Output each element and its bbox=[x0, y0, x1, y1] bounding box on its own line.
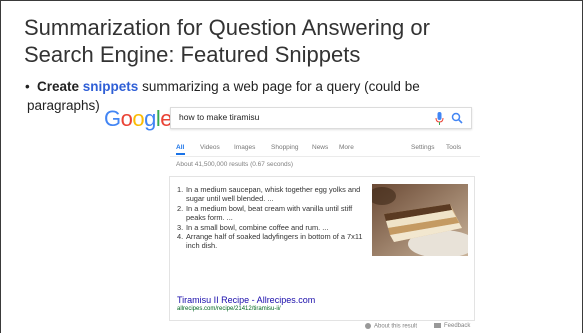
slide: Summarization for Question Answering or … bbox=[0, 0, 583, 333]
tab-news[interactable]: News bbox=[312, 144, 328, 151]
google-logo[interactable]: Google bbox=[104, 106, 173, 131]
list-item: 1. In a medium saucepan, whisk together e… bbox=[177, 185, 361, 204]
logo-letter: o bbox=[120, 106, 133, 131]
tab-shopping[interactable]: Shopping bbox=[271, 144, 298, 151]
slide-title-line2: Search Engine: Featured Snippets bbox=[24, 42, 361, 67]
tab-all[interactable]: All bbox=[176, 144, 184, 151]
featured-snippet: 1. In a medium saucepan, whisk together e… bbox=[169, 176, 475, 321]
bullet-rest: summarizing a web page for a query (coul… bbox=[138, 79, 420, 94]
result-title-link[interactable]: Tiramisu II Recipe - Allrecipes.com bbox=[177, 295, 315, 305]
info-icon bbox=[365, 323, 371, 329]
list-item: 3. In a small bowl, combine coffee and ru… bbox=[177, 222, 329, 232]
tab-images[interactable]: Images bbox=[234, 144, 255, 151]
bullet-create: Create bbox=[37, 79, 80, 94]
bullet-snippets: snippets bbox=[82, 79, 139, 94]
slide-title: Summarization for Question Answering or … bbox=[24, 14, 564, 68]
search-icon[interactable] bbox=[451, 112, 463, 124]
tab-videos[interactable]: Videos bbox=[200, 144, 220, 151]
logo-letter: o bbox=[132, 106, 145, 131]
list-item: 4. Arrange half of soaked ladyfingers in … bbox=[177, 232, 363, 251]
tiramisu-image[interactable] bbox=[372, 184, 468, 256]
search-query[interactable]: how to make tiramisu bbox=[179, 112, 259, 122]
result-url: allrecipes.com/recipe/21412/tiramisu-ii/ bbox=[177, 306, 281, 312]
about-this-result[interactable]: About this result bbox=[365, 323, 417, 330]
logo-letter: g bbox=[144, 106, 156, 131]
feedback-icon bbox=[434, 323, 441, 328]
mic-icon[interactable] bbox=[435, 112, 444, 125]
tab-settings[interactable]: Settings bbox=[411, 144, 435, 151]
slide-title-line1: Summarization for Question Answering or bbox=[24, 15, 430, 40]
search-input[interactable]: how to make tiramisu bbox=[170, 107, 472, 129]
tabs-divider bbox=[170, 156, 480, 157]
bullet-dot: • bbox=[25, 79, 30, 94]
list-item: 2. In a medium bowl, beat cream with vani… bbox=[177, 203, 353, 223]
results-count: About 41,500,000 results (0.67 seconds) bbox=[176, 161, 294, 168]
active-tab-indicator bbox=[176, 153, 185, 155]
snippet-steps: 1. In a medium saucepan, whisk together e… bbox=[177, 185, 365, 251]
feedback-link[interactable]: Feedback bbox=[434, 323, 470, 329]
logo-letter: G bbox=[104, 106, 121, 131]
tab-more[interactable]: More bbox=[339, 144, 354, 151]
tab-tools[interactable]: Tools bbox=[446, 144, 461, 151]
